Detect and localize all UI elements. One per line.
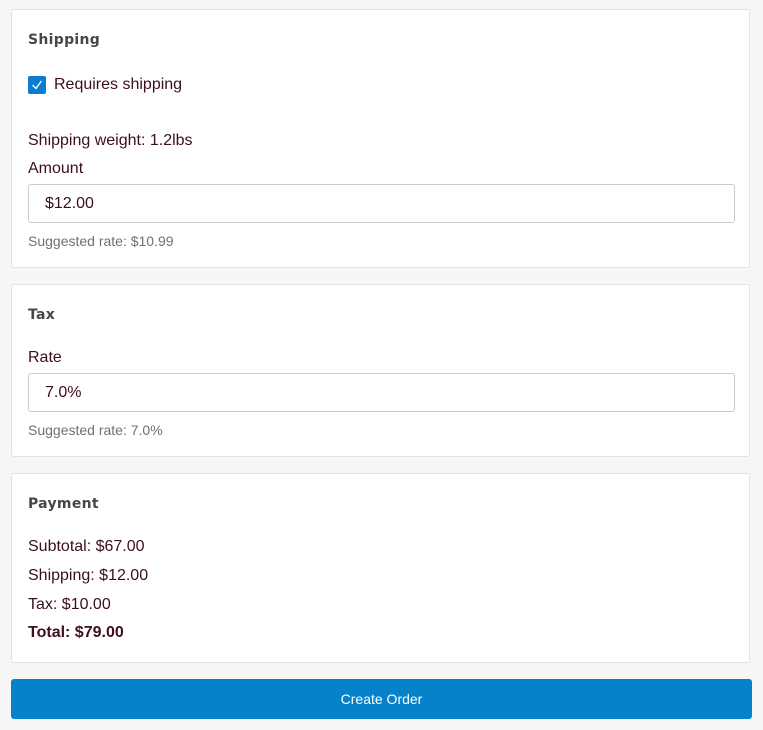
- payment-card: Payment Subtotal: $67.00 Shipping: $12.0…: [11, 473, 750, 663]
- subtotal-line: Subtotal: $67.00: [28, 538, 145, 555]
- requires-shipping-checkbox[interactable]: [28, 76, 46, 94]
- shipping-card: Shipping Requires shipping Shipping weig…: [11, 9, 750, 268]
- amount-field[interactable]: [28, 184, 735, 223]
- total-line: Total: $79.00: [28, 624, 124, 641]
- amount-input[interactable]: [29, 185, 734, 222]
- tax-title: Tax: [28, 307, 56, 323]
- shipping-weight: Shipping weight: 1.2lbs: [28, 132, 193, 149]
- rate-field[interactable]: [28, 373, 735, 412]
- shipping-cost-line: Shipping: $12.00: [28, 567, 149, 584]
- rate-label: Rate: [28, 349, 62, 366]
- amount-label: Amount: [28, 160, 84, 177]
- rate-input[interactable]: [29, 374, 734, 411]
- requires-shipping-row[interactable]: Requires shipping: [28, 75, 182, 95]
- shipping-title: Shipping: [28, 32, 101, 48]
- tax-line: Tax: $10.00: [28, 596, 111, 613]
- shipping-suggested-rate: Suggested rate: $10.99: [28, 233, 174, 249]
- checkmark-icon: [32, 80, 42, 90]
- payment-title: Payment: [28, 496, 99, 512]
- create-order-button[interactable]: Create Order: [11, 679, 752, 719]
- tax-suggested-rate: Suggested rate: 7.0%: [28, 422, 163, 438]
- requires-shipping-label[interactable]: Requires shipping: [54, 76, 182, 94]
- tax-card: Tax Rate Suggested rate: 7.0%: [11, 284, 750, 457]
